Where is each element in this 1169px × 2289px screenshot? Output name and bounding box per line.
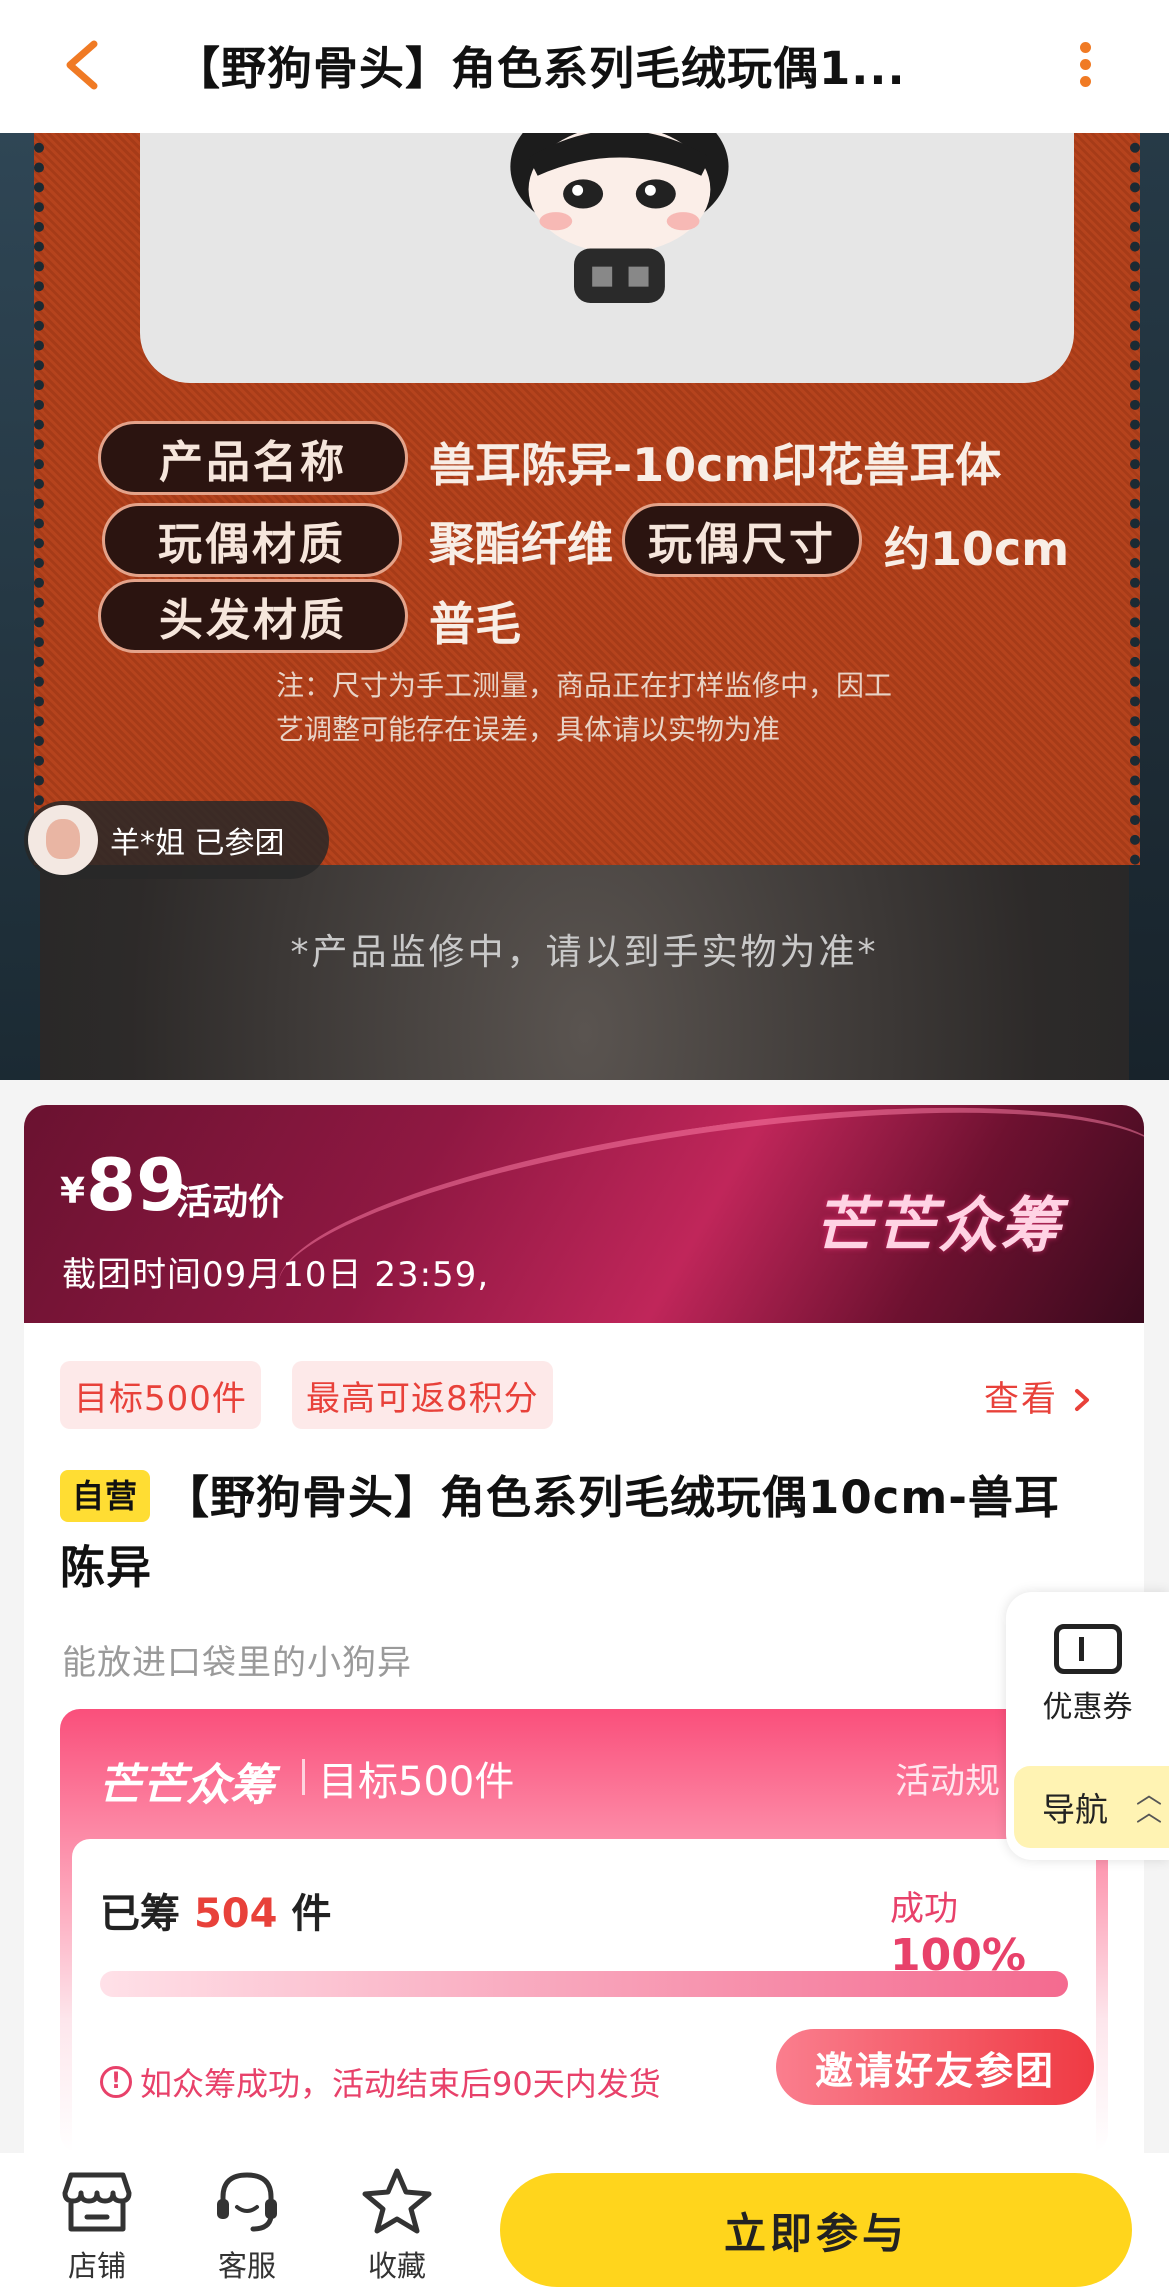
double-chevron-up-icon: ︿ ︿ <box>1136 1780 1163 1828</box>
spec-value-size: 约10cm <box>884 522 1070 576</box>
success-rate: 成功 100% <box>890 1881 1096 1981</box>
info-icon: ! <box>100 2066 132 2098</box>
spec-note-line: 艺调整可能存在误差，具体请以实物为准 <box>276 713 781 746</box>
product-name: 【野狗骨头】角色系列毛绒玩偶10cm-兽耳陈异 <box>60 1471 1060 1594</box>
coupon-button[interactable]: 优惠券 <box>1006 1612 1169 1726</box>
tab-store[interactable]: 店铺 <box>42 2167 152 2285</box>
tab-customer-service[interactable]: 客服 <box>192 2167 302 2285</box>
brand-logo: 芒芒众筹 <box>814 1191 1062 1261</box>
shipping-note: ! 如众筹成功，活动结束后90天内发货 <box>100 2059 661 2105</box>
tab-favorite[interactable]: 收藏 <box>342 2167 452 2285</box>
image-caption: *产品监修中，请以到手实物为准* <box>290 932 879 973</box>
raised-prefix: 已筹 <box>100 1891 180 1937</box>
spec-label-hair: 头发材质 <box>98 579 408 653</box>
crowdfunding-panel: 芒芒众筹 目标500件 活动规 已筹 504 件 成功 100% ! 如众筹成功… <box>60 1709 1108 2153</box>
crowdfunding-goal: 目标500件 <box>301 1749 514 1807</box>
floating-side-panel: 优惠券 导航 ︿ ︿ <box>1006 1592 1169 1860</box>
deadline-text: 截团时间09月10日 23:59, <box>62 1255 490 1295</box>
product-image-carousel[interactable]: 产品名称 兽耳陈异-10cm印花兽耳体 玩偶材质 聚酯纤维 玩偶尺寸 约10cm… <box>0 133 1169 1080</box>
price-label: 活动价 <box>176 1182 285 1223</box>
navigation-label: 导航 <box>1042 1790 1108 1829</box>
store-icon <box>62 2172 132 2232</box>
tab-customer-service-label: 客服 <box>217 2249 276 2283</box>
view-link[interactable]: 查看 <box>984 1371 1093 1422</box>
tab-store-label: 店铺 <box>67 2249 126 2283</box>
spec-value-hair: 普毛 <box>429 597 521 651</box>
character-illustration <box>510 133 729 303</box>
success-label: 成功 <box>890 1889 958 1929</box>
price-banner: ¥ 89 活动价 截团时间09月10日 23:59, 芒芒众筹 <box>24 1105 1144 1323</box>
self-operated-badge: 自营 <box>60 1470 151 1522</box>
spec-label-size: 玩偶尺寸 <box>622 503 862 577</box>
points-tag: 最高可返8积分 <box>292 1361 553 1429</box>
crowdfunding-logo: 芒芒众筹 <box>98 1760 274 1811</box>
back-icon[interactable] <box>52 30 122 100</box>
raised-count: 已筹 504 件 <box>100 1881 331 1939</box>
raised-number: 504 <box>193 1891 278 1937</box>
page-title: 【野狗骨头】角色系列毛绒玩偶1... <box>175 42 906 95</box>
spec-card-image: 产品名称 兽耳陈异-10cm印花兽耳体 玩偶材质 聚酯纤维 玩偶尺寸 约10cm… <box>34 133 1140 865</box>
more-options-icon[interactable] <box>1062 38 1108 98</box>
avatar <box>28 805 98 875</box>
star-icon <box>362 2168 432 2234</box>
progress-bar <box>100 1971 1068 1997</box>
view-label: 查看 <box>984 1380 1059 1420</box>
chevron-right-icon <box>1075 1389 1090 1411</box>
tab-favorite-label: 收藏 <box>367 2249 426 2283</box>
participant-text: 羊*姐 已参团 <box>110 826 285 861</box>
spec-value-material: 聚酯纤维 <box>429 517 613 571</box>
invite-friends-button[interactable]: 邀请好友参团 <box>776 2029 1094 2105</box>
top-nav-bar: 【野狗骨头】角色系列毛绒玩偶1... <box>0 0 1169 133</box>
product-subtitle: 能放进口袋里的小狗异 <box>62 1643 412 1683</box>
goal-tag: 目标500件 <box>60 1361 261 1429</box>
product-info-card: 目标500件 最高可返8积分 查看 自营 【野狗骨头】角色系列毛绒玩偶10cm-兽… <box>24 1323 1144 2153</box>
headset-icon <box>217 2172 277 2232</box>
page: 【野狗骨头】角色系列毛绒玩偶1... 产品名称 兽耳陈异-10cm印花兽耳体 玩… <box>0 0 1169 2289</box>
product-title: 自营 【野狗骨头】角色系列毛绒玩偶10cm-兽耳陈异 <box>60 1463 1090 1603</box>
spec-note-line: 注：尺寸为手工测量，商品正在打样监修中，因工 <box>276 669 893 702</box>
price-value: 89 <box>86 1143 187 1227</box>
shipping-note-text: 如众筹成功，活动结束后90天内发货 <box>140 2065 661 2103</box>
currency-symbol: ¥ <box>60 1171 86 1212</box>
raised-suffix: 件 <box>291 1891 332 1937</box>
navigation-button[interactable]: 导航 ︿ ︿ <box>1014 1766 1169 1848</box>
bottom-action-bar: 店铺 客服 收藏 立即参与 <box>0 2153 1169 2289</box>
spec-value-name: 兽耳陈异-10cm印花兽耳体 <box>429 438 1002 492</box>
spec-label-name: 产品名称 <box>98 421 408 495</box>
crowdfunding-progress-card: 已筹 504 件 成功 100% ! 如众筹成功，活动结束后90天内发货 邀请好… <box>72 1839 1096 2153</box>
spec-label-material: 玩偶材质 <box>102 503 402 577</box>
coupon-label: 优惠券 <box>1042 1690 1133 1725</box>
coupon-icon <box>1053 1624 1122 1674</box>
participant-toast: 羊*姐 已参团 <box>24 801 329 879</box>
join-now-button[interactable]: 立即参与 <box>500 2173 1132 2287</box>
activity-rules-link[interactable]: 活动规 <box>895 1753 1000 1804</box>
